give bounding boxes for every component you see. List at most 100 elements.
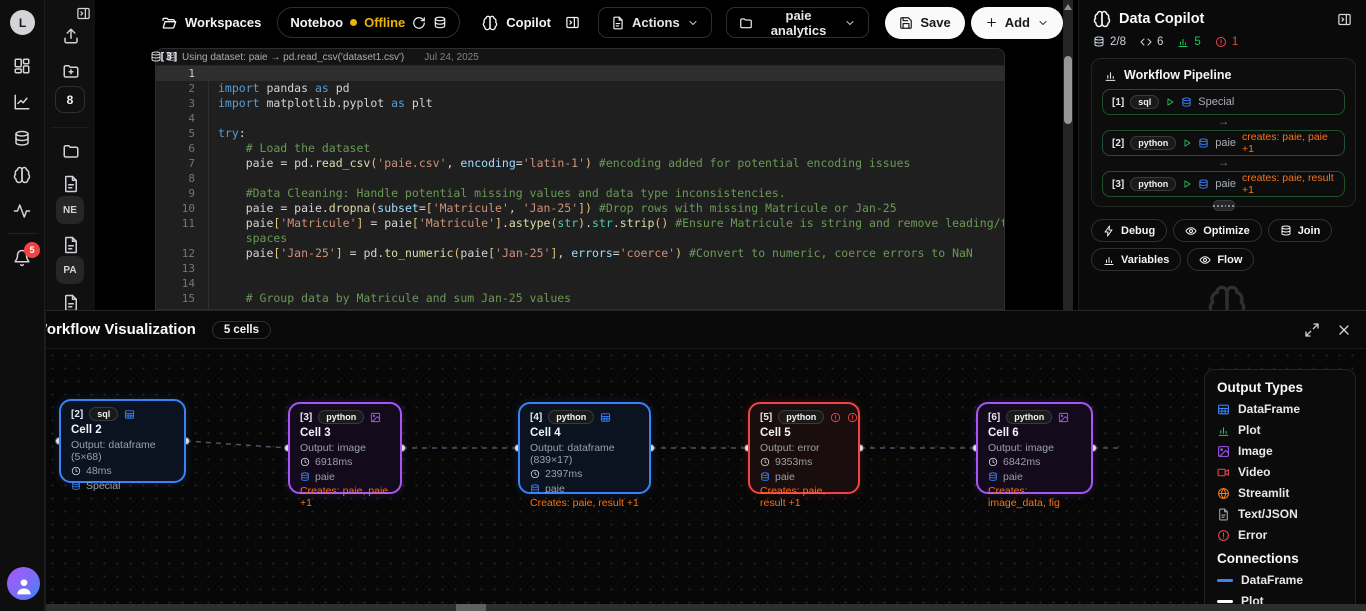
pipeline-step[interactable]: [2]pythonpaiecreates: paie, paie +1	[1102, 130, 1345, 156]
node-header: [2]sql	[71, 407, 174, 421]
file-count-badge[interactable]: 8	[55, 86, 85, 113]
copilot-stats: 2/8651	[1079, 28, 1366, 48]
node-dataset: paie	[530, 483, 639, 495]
file-chip-ne[interactable]: NE	[56, 196, 84, 224]
notebook-status-pill[interactable]: Noteboo Offline	[277, 7, 460, 38]
code-line: spaces	[156, 231, 1004, 246]
workflow-node-cell-5[interactable]: [5]pythonCell 5Output: error9353mspaieCr…	[748, 402, 860, 494]
primary-sidebar: L 5	[0, 0, 45, 611]
cell-execution-badge: [3]	[150, 50, 179, 63]
action-join-button[interactable]: Join	[1268, 219, 1333, 242]
upload-icon[interactable]	[62, 27, 80, 45]
clock-icon	[71, 466, 81, 476]
node-index: [5]	[760, 412, 772, 423]
collapse-sidebar-icon[interactable]	[76, 6, 91, 21]
legend-item: Text/JSON	[1217, 507, 1343, 521]
execution-count: [3]	[159, 50, 179, 63]
step-creates: creates: paie, paie +1	[1242, 131, 1335, 155]
project-selector-button[interactable]: paie analytics	[726, 7, 870, 38]
notifications-bell-icon[interactable]: 5	[13, 249, 31, 267]
close-panel-icon[interactable]	[1336, 322, 1352, 338]
pipeline-step[interactable]: [1]sqlSpecial	[1102, 89, 1345, 115]
dataset-value: paie	[545, 483, 565, 495]
workflow-node-cell-4[interactable]: [4]pythonCell 4Output: dataframe (839×17…	[518, 402, 651, 494]
code-line: 13	[156, 261, 1004, 276]
notebook-label: Noteboo	[290, 15, 343, 30]
scrollbar-thumb[interactable]	[456, 604, 486, 611]
workflow-node-cell-6[interactable]: [6]pythonCell 6Output: image6842mspaieCr…	[976, 402, 1093, 494]
copilot-toggle-button[interactable]: Copilot	[482, 15, 551, 31]
stat-value: 2/8	[1110, 36, 1126, 48]
node-time: 9353ms	[760, 456, 848, 468]
dashboard-icon[interactable]	[13, 57, 31, 75]
pipeline-arrow-icon: →	[1092, 115, 1355, 128]
line-content	[208, 111, 1004, 126]
database-icon[interactable]	[433, 16, 447, 30]
scroll-up-arrow[interactable]	[1064, 4, 1072, 10]
copilot-icon[interactable]	[13, 166, 31, 184]
node-title: Cell 3	[300, 427, 390, 439]
time-value: 9353ms	[775, 456, 812, 468]
action-variables-button[interactable]: Variables	[1091, 248, 1181, 271]
user-avatar[interactable]: L	[10, 10, 35, 35]
actions-label: Actions	[632, 15, 680, 30]
node-dataset: Special	[71, 480, 174, 492]
workflow-node-cell-2[interactable]: [2]sqlCell 2Output: dataframe (5×68)48ms…	[59, 399, 186, 483]
file-chip-pa[interactable]: PA	[56, 256, 84, 284]
refresh-icon[interactable]	[412, 16, 426, 30]
analytics-icon[interactable]	[13, 93, 31, 111]
collapse-panel-icon[interactable]	[1337, 12, 1352, 27]
stat-value: 1	[1232, 36, 1238, 48]
data-copilot-panel: Data Copilot 2/8651 Workflow Pipeline [1…	[1078, 0, 1366, 310]
code-line: 2import pandas as pd	[156, 81, 1004, 96]
actions-menu-button[interactable]: Actions	[598, 7, 712, 38]
save-button[interactable]: Save	[885, 7, 964, 39]
action-optimize-button[interactable]: Optimize	[1173, 219, 1261, 242]
error2-icon	[847, 412, 858, 423]
profile-avatar[interactable]	[7, 567, 40, 600]
database-icon	[1198, 138, 1209, 149]
workflow-node-cell-3[interactable]: [3]pythonCell 3Output: image6918mspaieCr…	[288, 402, 402, 494]
line-number: 12	[156, 246, 208, 261]
person-icon	[14, 576, 34, 596]
notebook-file-icon[interactable]	[62, 175, 80, 193]
notebook-file-icon[interactable]	[62, 236, 80, 254]
datasets-icon[interactable]	[13, 130, 31, 148]
clock-icon	[530, 469, 540, 479]
video-icon	[1217, 466, 1230, 479]
expand-panel-icon[interactable]	[1304, 322, 1320, 338]
code-line: 3import matplotlib.pyplot as plt	[156, 96, 1004, 111]
activity-icon[interactable]	[13, 202, 31, 220]
pipeline-step[interactable]: [3]pythonpaiecreates: paie, result +1	[1102, 171, 1345, 197]
add-button[interactable]: Add	[971, 7, 1063, 39]
action-label: Flow	[1217, 254, 1242, 266]
main-scrollbar[interactable]	[1063, 0, 1073, 310]
brain-watermark-icon	[1207, 284, 1247, 310]
folder-icon	[739, 16, 753, 30]
workflow-canvas[interactable]: [2]sqlCell 2Output: dataframe (5×68)48ms…	[46, 349, 1359, 605]
code-line: 6 # Load the dataset	[156, 141, 1004, 156]
workspaces-button[interactable]: Workspaces	[161, 15, 261, 31]
node-creates: Creates: paie, result +1	[530, 497, 639, 509]
node-header: [3]python	[300, 410, 390, 424]
drag-handle[interactable]	[1213, 200, 1235, 211]
code-line: 15 # Group data by Matricule and sum Jan…	[156, 291, 1004, 306]
line-number: 5	[156, 126, 208, 141]
language-badge: sql	[1130, 95, 1159, 109]
node-time: 6842ms	[988, 456, 1081, 468]
new-folder-icon[interactable]	[62, 62, 80, 80]
chevron-down-icon	[1037, 17, 1049, 29]
action-flow-button[interactable]: Flow	[1187, 248, 1254, 271]
folder-icon[interactable]	[62, 142, 80, 160]
action-debug-button[interactable]: Debug	[1091, 219, 1167, 242]
code-editor[interactable]: 12import pandas as pd3import matplotlib.…	[156, 66, 1004, 310]
horizontal-scrollbar[interactable]	[46, 604, 1366, 611]
notebook-file-icon[interactable]	[62, 294, 80, 310]
error-icon	[1215, 36, 1227, 48]
panel-toggle-icon[interactable]	[565, 15, 580, 30]
save-label: Save	[920, 15, 950, 30]
play-icon	[1165, 97, 1175, 107]
dataset-info-text: Using dataset: paie → pd.read_csv('datas…	[182, 52, 404, 63]
bolt-icon	[1103, 225, 1115, 237]
scrollbar-thumb[interactable]	[1064, 56, 1072, 124]
